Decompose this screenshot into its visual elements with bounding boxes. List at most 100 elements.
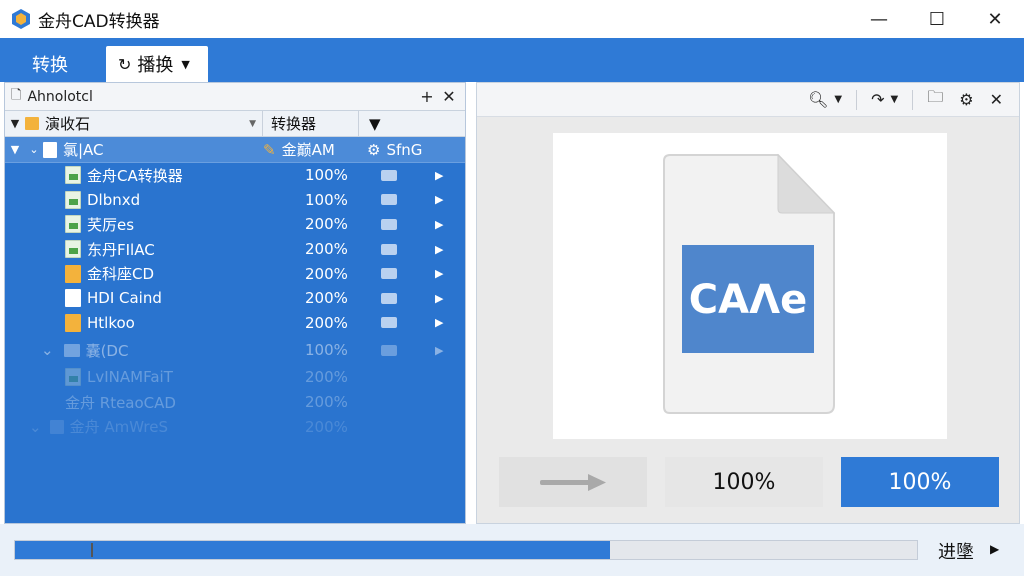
- preview-toolbar: 🔍︎ ▼ ↷ ▼ 🗀 ⚙ ✕: [477, 83, 1019, 117]
- group-name: 氯|AC: [63, 141, 104, 159]
- list-item[interactable]: 金舟CA转换器 100% ▶: [5, 163, 465, 188]
- zoom-button-b[interactable]: 100%: [841, 457, 999, 507]
- file-percent: 200%: [305, 313, 348, 332]
- tab-play[interactable]: ↻ 播换 ▼: [106, 46, 208, 82]
- file-name: 金舟 RteaoCAD: [65, 393, 176, 412]
- close-preview-button[interactable]: ✕: [984, 87, 1009, 113]
- blank-file-icon: [65, 289, 81, 308]
- play-icon[interactable]: ▶: [435, 316, 443, 329]
- file-name: 芺厉es: [87, 215, 135, 234]
- title-bar: 金舟CAD转换器 — ☐ ✕: [0, 0, 1024, 38]
- yellow-file-icon: [65, 313, 81, 332]
- minimize-button[interactable]: —: [850, 0, 908, 38]
- list-item[interactable]: 金舟 RteaoCAD 200%: [5, 390, 465, 415]
- folder-icon[interactable]: [381, 317, 397, 329]
- image-file-icon: [65, 240, 81, 259]
- image-file-icon: [65, 215, 81, 234]
- progress-label[interactable]: 进墬: [938, 538, 974, 564]
- yellow-file-icon: [65, 264, 81, 283]
- file-name: Dlbnxd: [87, 190, 141, 209]
- folder-icon[interactable]: [381, 169, 397, 181]
- search-icon: 🔍︎: [808, 90, 829, 109]
- progress-fill: [15, 541, 611, 559]
- close-panel-icon[interactable]: ✕: [439, 87, 459, 106]
- image-file-icon: [65, 166, 81, 185]
- list-item[interactable]: ⌄ 金舟 AmWreS 200%: [5, 414, 465, 439]
- maximize-button[interactable]: ☐: [908, 0, 966, 38]
- doc-label: CAɅe: [689, 277, 807, 323]
- play-icon[interactable]: ▶: [435, 193, 443, 206]
- folder-icon[interactable]: [381, 268, 397, 280]
- folder-icon[interactable]: [381, 344, 397, 356]
- close-button[interactable]: ✕: [966, 0, 1024, 38]
- group-row[interactable]: ▼ ⌄ 氯|AC ✎ 金巅AM ⚙ SfnG: [5, 137, 465, 163]
- sort-caret-icon[interactable]: ▼: [249, 119, 256, 129]
- folder-icon: [25, 117, 39, 130]
- collapse-caret-icon[interactable]: ▼: [5, 143, 25, 156]
- list-item[interactable]: Dlbnxd 100% ▶: [5, 188, 465, 213]
- rotate-icon: ↷: [871, 90, 885, 109]
- play-icon[interactable]: ▶: [435, 218, 443, 231]
- status-bar: 进墬 ▶: [0, 524, 1024, 576]
- column-header: ▼ 演收石 ▼ 转换器 ▼: [5, 111, 465, 137]
- gear-icon: ⚙: [959, 90, 974, 109]
- document-icon: 🗋: [11, 87, 22, 103]
- folder-icon[interactable]: [381, 243, 397, 255]
- column-name-label: 演收石: [45, 115, 91, 133]
- add-icon[interactable]: +: [417, 87, 437, 106]
- rotate-button[interactable]: ↷ ▼: [865, 87, 904, 113]
- column-menu[interactable]: ▼: [359, 115, 399, 133]
- zoom-button-a[interactable]: 100%: [665, 457, 823, 507]
- file-name: 金舟 AmWreS: [69, 418, 168, 437]
- play-icon[interactable]: ▶: [435, 292, 443, 305]
- toolbar-separator: [912, 89, 914, 110]
- panel-header: 🗋 Ahnolotcl + ✕: [5, 83, 465, 111]
- file-icon: [49, 419, 64, 434]
- app-title: 金舟CAD转换器: [38, 11, 160, 32]
- chevron-down-icon: ▼: [834, 94, 843, 105]
- chevron-down-icon: ▼: [369, 114, 381, 133]
- chevron-down-icon[interactable]: ⌄: [41, 341, 54, 359]
- collapse-caret-icon[interactable]: ▼: [5, 117, 25, 130]
- column-converter[interactable]: 转换器: [263, 111, 359, 136]
- file-percent: 100%: [305, 166, 348, 185]
- preview-canvas: CAɅe: [553, 133, 947, 439]
- chevron-down-icon[interactable]: ⌄: [29, 418, 42, 436]
- play-icon[interactable]: ▶: [435, 344, 443, 357]
- column-name[interactable]: ▼ 演收石 ▼: [5, 111, 263, 136]
- close-icon: ✕: [989, 90, 1003, 109]
- folder-icon[interactable]: [381, 292, 397, 304]
- file-name: 金科座CD: [87, 265, 155, 284]
- folder-icon[interactable]: [381, 218, 397, 230]
- play-icon[interactable]: ▶: [435, 267, 443, 280]
- search-button[interactable]: 🔍︎ ▼: [802, 87, 848, 113]
- list-item[interactable]: LvINAMFaiT 200%: [5, 365, 465, 390]
- tab-convert[interactable]: 转换: [14, 46, 86, 82]
- toolbar-separator: [856, 89, 858, 110]
- open-folder-button[interactable]: 🗀: [921, 87, 949, 113]
- file-name: 东丹FIlAC: [87, 240, 155, 259]
- ribbon: 转换 ↻ 播换 ▼: [0, 38, 1024, 82]
- panel-title: Ahnolotcl: [27, 88, 93, 105]
- action-buttons: 100% 100%: [499, 457, 1003, 507]
- list-item[interactable]: 金科座CD 200% ▶: [5, 261, 465, 286]
- list-item[interactable]: Htlkoo 200% ▶: [5, 311, 465, 336]
- chevron-down-icon[interactable]: ⌄: [25, 143, 43, 156]
- play-icon[interactable]: ▶: [990, 542, 999, 556]
- list-item[interactable]: 东丹FIlAC 200% ▶: [5, 237, 465, 262]
- preview-panel: 🔍︎ ▼ ↷ ▼ 🗀 ⚙ ✕ CAɅe 100% 100%: [476, 82, 1020, 524]
- file-percent: 200%: [305, 393, 348, 412]
- file-name: HDI Caind: [87, 289, 162, 308]
- convert-arrow-button[interactable]: [499, 457, 647, 507]
- play-icon[interactable]: ▶: [435, 243, 443, 256]
- list-item[interactable]: 芺厉es 200% ▶: [5, 212, 465, 237]
- folder-icon[interactable]: [381, 194, 397, 206]
- sub-group-row[interactable]: ⌄ 囊(DC 100% ▶: [5, 335, 465, 365]
- image-file-icon: [65, 368, 81, 387]
- list-item[interactable]: HDI Caind 200% ▶: [5, 286, 465, 311]
- group-format: SfnG: [386, 140, 423, 159]
- play-icon[interactable]: ▶: [435, 169, 443, 182]
- settings-button[interactable]: ⚙: [953, 87, 979, 113]
- pencil-icon: ✎: [263, 140, 276, 159]
- file-percent: 200%: [305, 264, 348, 283]
